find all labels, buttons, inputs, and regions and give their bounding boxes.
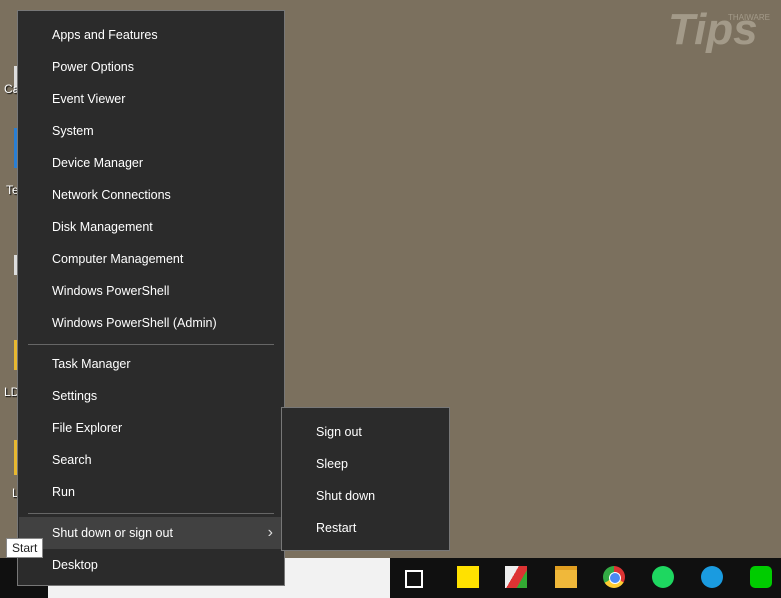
spotify-icon[interactable] [652,566,674,588]
shutdown-submenu: Sign out Sleep Shut down Restart [281,407,450,551]
menu-item-computer-management[interactable]: Computer Management [19,243,283,275]
chrome-icon[interactable] [603,566,625,588]
menu-item-event-viewer[interactable]: Event Viewer [19,83,283,115]
line-icon[interactable] [750,566,772,588]
menu-item-windows-powershell-admin[interactable]: Windows PowerShell (Admin) [19,307,283,339]
skype-icon[interactable] [701,566,723,588]
menu-item-file-explorer[interactable]: File Explorer [19,412,283,444]
menu-item-run[interactable]: Run [19,476,283,508]
submenu-item-restart[interactable]: Restart [283,512,448,544]
menu-item-disk-management[interactable]: Disk Management [19,211,283,243]
menu-item-settings[interactable]: Settings [19,380,283,412]
menu-item-network-connections[interactable]: Network Connections [19,179,283,211]
menu-item-apps-and-features[interactable]: Apps and Features [19,19,283,51]
app-icon[interactable] [505,566,527,588]
menu-separator [28,344,274,345]
file-explorer-icon[interactable] [555,566,577,588]
menu-item-windows-powershell[interactable]: Windows PowerShell [19,275,283,307]
submenu-item-shut-down[interactable]: Shut down [283,480,448,512]
start-tooltip: Start [6,538,44,558]
thaiware-tips-logo: Tips THAIWARE [668,5,770,54]
power-user-menu: Apps and Features Power Options Event Vi… [17,10,285,586]
chevron-right-icon: › [267,524,273,541]
menu-item-device-manager[interactable]: Device Manager [19,147,283,179]
submenu-item-sleep[interactable]: Sleep [283,448,448,480]
task-view-icon[interactable] [405,570,423,588]
menu-item-task-manager[interactable]: Task Manager [19,348,283,380]
sticky-notes-icon[interactable] [457,566,479,588]
menu-item-desktop[interactable]: Desktop [19,549,283,581]
menu-item-system[interactable]: System [19,115,283,147]
menu-separator [28,513,274,514]
menu-item-power-options[interactable]: Power Options [19,51,283,83]
menu-item-search[interactable]: Search [19,444,283,476]
submenu-item-sign-out[interactable]: Sign out [283,416,448,448]
menu-item-shut-down-or-sign-out[interactable]: Shut down or sign out › [19,517,283,549]
